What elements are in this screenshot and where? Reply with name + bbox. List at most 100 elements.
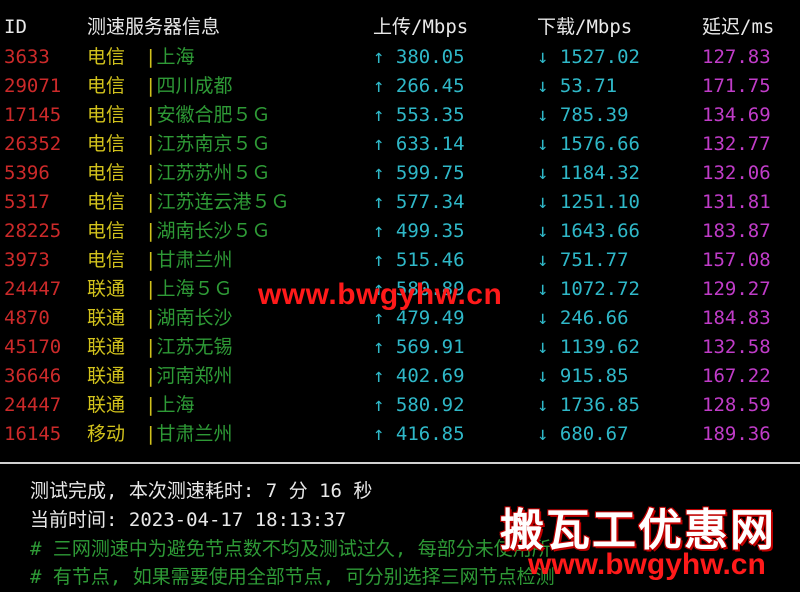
isp-name: 联通	[87, 365, 126, 387]
column-separator: |	[145, 75, 157, 97]
isp-name: 电信	[87, 220, 126, 242]
column-separator: |	[145, 278, 157, 300]
down-arrow-icon: ↓	[537, 307, 549, 329]
node-location-text: 河南郑州	[156, 365, 233, 387]
isp-name: 联通	[87, 336, 126, 358]
down-arrow-icon: ↓	[537, 249, 549, 271]
upload-speed: ↑ 580.92	[373, 391, 465, 420]
node-location: |河南郑州	[145, 362, 232, 391]
up-arrow-icon: ↑	[373, 249, 385, 271]
node-id: 5317	[4, 191, 50, 213]
down-arrow-icon: ↓	[537, 220, 549, 242]
down-arrow-icon: ↓	[537, 75, 549, 97]
upload-speed: ↑ 577.34	[373, 188, 465, 217]
up-arrow-icon: ↑	[373, 46, 385, 68]
table-header: ID 测速服务器信息 上传/Mbps 下载/Mbps 延迟/ms	[0, 13, 800, 42]
table-row: 3633 电信 |上海 ↑ 380.05 ↓ 1527.02 127.83	[0, 43, 800, 72]
table-row: 16145 移动 |甘肃兰州 ↑ 416.85 ↓ 680.67 189.36	[0, 420, 800, 449]
down-arrow-icon: ↓	[537, 365, 549, 387]
node-location: |江苏无锡	[145, 333, 232, 362]
node-location: |安徽合肥５Ｇ	[145, 101, 270, 130]
latency-value: 134.69	[702, 104, 771, 126]
node-location-text: 湖南长沙	[156, 307, 233, 329]
download-value: 915.85	[559, 365, 629, 387]
node-location-text: 江苏无锡	[156, 336, 233, 358]
download-speed: ↓ 1139.62	[537, 333, 640, 362]
column-separator: |	[145, 133, 157, 155]
isp-name: 联通	[87, 394, 126, 416]
down-arrow-icon: ↓	[537, 278, 549, 300]
node-location-text: 江苏连云港５Ｇ	[156, 191, 290, 213]
upload-value: 580.92	[395, 394, 465, 416]
download-value: 246.66	[559, 307, 629, 329]
upload-speed: ↑ 416.85	[373, 420, 465, 449]
up-arrow-icon: ↑	[373, 220, 385, 242]
download-speed: ↓ 1527.02	[537, 43, 640, 72]
isp-name: 电信	[87, 46, 126, 68]
column-separator: |	[145, 394, 157, 416]
download-value: 751.77	[559, 249, 629, 271]
up-arrow-icon: ↑	[373, 133, 385, 155]
download-value: 1736.85	[559, 394, 640, 416]
node-location: |四川成都	[145, 72, 232, 101]
column-separator: |	[145, 191, 157, 213]
upload-value: 553.35	[395, 104, 465, 126]
latency-value: 132.77	[702, 133, 771, 155]
up-arrow-icon: ↑	[373, 394, 385, 416]
down-arrow-icon: ↓	[537, 336, 549, 358]
node-id: 3633	[4, 46, 50, 68]
header-upload: 上传/Mbps	[373, 16, 469, 38]
upload-value: 599.75	[395, 162, 465, 184]
download-value: 1072.72	[559, 278, 640, 300]
down-arrow-icon: ↓	[537, 162, 549, 184]
node-location: |上海	[145, 391, 194, 420]
up-arrow-icon: ↑	[373, 365, 385, 387]
column-separator: |	[145, 220, 157, 242]
upload-speed: ↑ 569.91	[373, 333, 465, 362]
latency-value: 167.22	[702, 365, 771, 387]
node-location-text: 上海	[156, 394, 195, 416]
node-location-text: 江苏南京５Ｇ	[156, 133, 271, 155]
header-latency: 延迟/ms	[702, 16, 775, 38]
upload-value: 266.45	[395, 75, 465, 97]
table-row: 17145 电信 |安徽合肥５Ｇ ↑ 553.35 ↓ 785.39 134.69	[0, 101, 800, 130]
up-arrow-icon: ↑	[373, 104, 385, 126]
download-speed: ↓ 1184.32	[537, 159, 640, 188]
node-location: |甘肃兰州	[145, 420, 232, 449]
latency-value: 132.58	[702, 336, 771, 358]
column-separator: |	[145, 46, 157, 68]
table-row: 3973 电信 |甘肃兰州 ↑ 515.46 ↓ 751.77 157.08	[0, 246, 800, 275]
isp-name: 电信	[87, 75, 126, 97]
isp-name: 联通	[87, 307, 126, 329]
divider-line	[0, 462, 800, 464]
table-row: 36646 联通 |河南郑州 ↑ 402.69 ↓ 915.85 167.22	[0, 362, 800, 391]
node-location: |江苏南京５Ｇ	[145, 130, 270, 159]
latency-value: 131.81	[702, 191, 771, 213]
download-speed: ↓ 1736.85	[537, 391, 640, 420]
upload-value: 402.69	[395, 365, 465, 387]
table-row: 45170 联通 |江苏无锡 ↑ 569.91 ↓ 1139.62 132.58	[0, 333, 800, 362]
table-row: 29071 电信 |四川成都 ↑ 266.45 ↓ 53.71 171.75	[0, 72, 800, 101]
download-value: 1251.10	[559, 191, 640, 213]
upload-speed: ↑ 633.14	[373, 130, 465, 159]
up-arrow-icon: ↑	[373, 75, 385, 97]
download-speed: ↓ 246.66	[537, 304, 629, 333]
node-location: |上海５Ｇ	[145, 275, 232, 304]
download-speed: ↓ 53.71	[537, 72, 617, 101]
node-location-text: 甘肃兰州	[156, 249, 233, 271]
down-arrow-icon: ↓	[537, 46, 549, 68]
download-speed: ↓ 751.77	[537, 246, 629, 275]
table-row: 28225 电信 |湖南长沙５Ｇ ↑ 499.35 ↓ 1643.66 183.87	[0, 217, 800, 246]
upload-speed: ↑ 515.46	[373, 246, 465, 275]
upload-speed: ↑ 553.35	[373, 101, 465, 130]
header-id: ID	[4, 16, 27, 38]
node-location-text: 上海５Ｇ	[156, 278, 233, 300]
isp-name: 移动	[87, 423, 126, 445]
upload-value: 577.34	[395, 191, 465, 213]
node-id: 5396	[4, 162, 50, 184]
isp-name: 电信	[87, 104, 126, 126]
download-value: 1527.02	[559, 46, 640, 68]
upload-speed: ↑ 266.45	[373, 72, 465, 101]
node-id: 24447	[4, 394, 62, 416]
table-row: 5317 电信 |江苏连云港５Ｇ ↑ 577.34 ↓ 1251.10 131.81	[0, 188, 800, 217]
